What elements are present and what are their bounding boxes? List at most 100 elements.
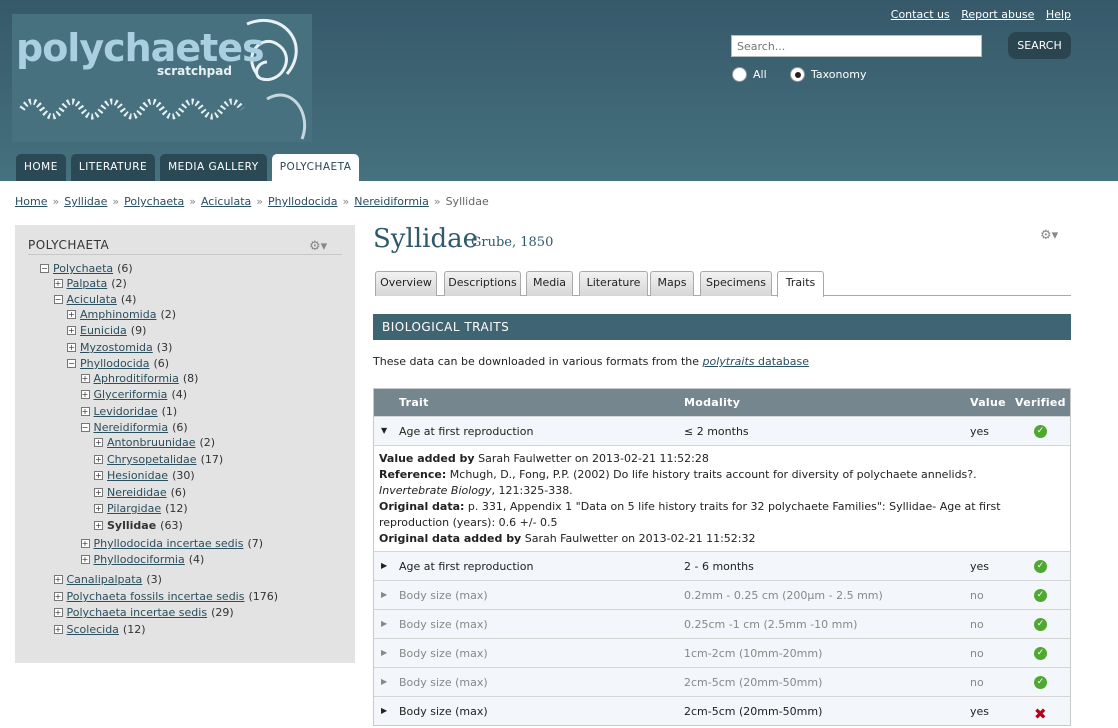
tree-item-link[interactable]: Hesionidae (107, 469, 168, 482)
breadcrumb-link[interactable]: Phyllodocida (268, 195, 338, 208)
expand-icon[interactable]: + (80, 390, 90, 399)
expand-icon[interactable]: + (94, 504, 103, 513)
tab-maps[interactable]: Maps (650, 271, 694, 296)
collapse-icon[interactable]: − (53, 295, 63, 304)
expand-icon[interactable]: ▼ (381, 426, 387, 435)
collapse-icon[interactable]: − (40, 264, 49, 273)
expand-icon[interactable]: + (67, 326, 76, 335)
tree-item-link[interactable]: Glyceriformia (94, 388, 168, 401)
tab-traits[interactable]: Traits (777, 271, 824, 297)
expand-icon[interactable]: + (94, 455, 103, 464)
tree-item-link[interactable]: Phyllodocida incertae sedis (94, 537, 244, 550)
tree-item[interactable]: + Hesionidae (30) (94, 469, 195, 482)
trait-row[interactable]: ▼ Age at first reproduction ≤ 2 months yes ✓ (374, 416, 1070, 445)
expand-icon[interactable]: + (53, 592, 63, 601)
expand-icon[interactable]: + (67, 343, 76, 352)
trait-row[interactable]: ▶ Body size (max) 1cm-2cm (10mm-20mm) no ✓ (374, 638, 1070, 667)
tree-item-link[interactable]: Nereididae (107, 486, 167, 499)
tree-item[interactable]: + Phyllodociformia (4) (80, 553, 204, 566)
expand-icon[interactable]: ▶ (381, 677, 387, 686)
expand-icon[interactable]: + (53, 625, 63, 634)
tab-descriptions[interactable]: Descriptions (444, 271, 521, 296)
tree-item[interactable]: − Phyllodocida (6) (67, 357, 169, 370)
tree-item[interactable]: − Polychaeta (6) (40, 262, 133, 275)
tree-item[interactable]: + Polychaeta fossils incertae sedis (176) (53, 590, 278, 603)
trait-row[interactable]: ▶ Age at first reproduction 2 - 6 months ye… (374, 551, 1070, 580)
tab-overview[interactable]: Overview (375, 271, 437, 296)
tree-item-link[interactable]: Canalipalpata (67, 573, 143, 586)
tree-item-link[interactable]: Scolecida (67, 623, 119, 636)
nav-tab-literature[interactable]: LITERATURE (70, 154, 156, 181)
breadcrumb-link[interactable]: Syllidae (64, 195, 107, 208)
tree-item[interactable]: + Aphroditiformia (8) (80, 372, 198, 385)
tree-item-link[interactable]: Polychaeta incertae sedis (67, 606, 208, 619)
tree-item-link[interactable]: Eunicida (80, 324, 127, 337)
tree-item-link[interactable]: Aciculata (67, 293, 117, 306)
tree-item-link[interactable]: Syllidae (107, 519, 156, 532)
polytraits-link[interactable]: polytraits database (703, 355, 809, 368)
collapse-icon[interactable]: − (80, 423, 90, 432)
tree-item[interactable]: + Myzostomida (3) (67, 341, 172, 354)
nav-tab-media-gallery[interactable]: MEDIA GALLERY (160, 154, 267, 181)
tree-item[interactable]: + Eunicida (9) (67, 324, 146, 337)
tree-item[interactable]: + Scolecida (12) (53, 623, 146, 636)
expand-icon[interactable]: + (80, 407, 90, 416)
tree-item-link[interactable]: Palpata (67, 277, 108, 290)
tree-item[interactable]: + Amphinomida (2) (67, 308, 176, 321)
tree-item-link[interactable]: Levidoridae (94, 405, 158, 418)
tree-item[interactable]: − Aciculata (4) (53, 293, 136, 306)
tree-item[interactable]: + Phyllodocida incertae sedis (7) (80, 537, 263, 550)
tree-item-link[interactable]: Polychaeta fossils incertae sedis (67, 590, 245, 603)
expand-icon[interactable]: ▶ (381, 706, 387, 715)
tree-item[interactable]: + Pilargidae (12) (94, 502, 188, 515)
search-input[interactable] (731, 35, 982, 57)
trait-row[interactable]: ▶ Body size (max) 2cm-5cm (20mm-50mm) yes ✖ (374, 696, 1070, 725)
tree-item-link[interactable]: Myzostomida (80, 341, 153, 354)
contact-us-link[interactable]: Contact us (891, 8, 950, 21)
tab-specimens[interactable]: Specimens (700, 271, 772, 296)
tree-item[interactable]: + Chrysopetalidae (17) (94, 453, 223, 466)
expand-icon[interactable]: + (53, 279, 63, 288)
collapse-icon[interactable]: − (67, 359, 76, 368)
expand-icon[interactable]: + (80, 374, 90, 383)
tree-item-link[interactable]: Phyllodociformia (94, 553, 185, 566)
tree-item-link[interactable]: Phyllodocida (80, 357, 150, 370)
radio-taxonomy[interactable]: Taxonomy (790, 67, 866, 82)
expand-icon[interactable]: + (53, 575, 63, 584)
tree-item[interactable]: + Glyceriformia (4) (80, 388, 187, 401)
radio-all[interactable]: All (732, 67, 767, 82)
site-logo[interactable]: polychaetes scratchpad (12, 14, 312, 142)
tree-item-link[interactable]: Pilargidae (107, 502, 161, 515)
expand-icon[interactable]: + (94, 521, 103, 530)
tab-literature[interactable]: Literature (579, 271, 648, 296)
breadcrumb-link[interactable]: Home (15, 195, 47, 208)
report-abuse-link[interactable]: Report abuse (961, 8, 1034, 21)
expand-icon[interactable]: ▶ (381, 590, 387, 599)
tree-item[interactable]: + Antonbruunidae (2) (94, 436, 215, 449)
tree-item[interactable]: − Nereidiformia (6) (80, 421, 188, 434)
tree-item-link[interactable]: Amphinomida (80, 308, 156, 321)
trait-row[interactable]: ▶ Body size (max) 0.2mm - 0.25 cm (200μm -… (374, 580, 1070, 609)
trait-row[interactable]: ▶ Body size (max) 2cm-5cm (20mm-50mm) no ✓ (374, 667, 1070, 696)
tree-item[interactable]: + Nereididae (6) (94, 486, 186, 499)
radio-all-icon[interactable] (732, 67, 747, 82)
trait-row[interactable]: ▶ Body size (max) 0.25cm -1 cm (2.5mm -10 … (374, 609, 1070, 638)
breadcrumb-link[interactable]: Polychaeta (124, 195, 184, 208)
expand-icon[interactable]: ▶ (381, 648, 387, 657)
tree-item[interactable]: + Syllidae (63) (94, 519, 183, 532)
nav-tab-home[interactable]: HOME (16, 154, 66, 181)
expand-icon[interactable]: + (53, 608, 63, 617)
tree-item-link[interactable]: Chrysopetalidae (107, 453, 197, 466)
breadcrumb-link[interactable]: Aciculata (201, 195, 251, 208)
tree-item-link[interactable]: Antonbruunidae (107, 436, 195, 449)
expand-icon[interactable]: ▶ (381, 561, 387, 570)
expand-icon[interactable]: + (67, 310, 76, 319)
search-button[interactable]: SEARCH (1008, 32, 1071, 59)
tree-item-link[interactable]: Aphroditiformia (94, 372, 179, 385)
tree-item[interactable]: + Polychaeta incertae sedis (29) (53, 606, 234, 619)
expand-icon[interactable]: ▶ (381, 619, 387, 628)
gear-icon[interactable]: ⚙▾ (309, 239, 327, 254)
tree-item-link[interactable]: Nereidiformia (94, 421, 169, 434)
gear-icon[interactable]: ⚙▾ (1040, 228, 1058, 243)
expand-icon[interactable]: + (94, 488, 103, 497)
